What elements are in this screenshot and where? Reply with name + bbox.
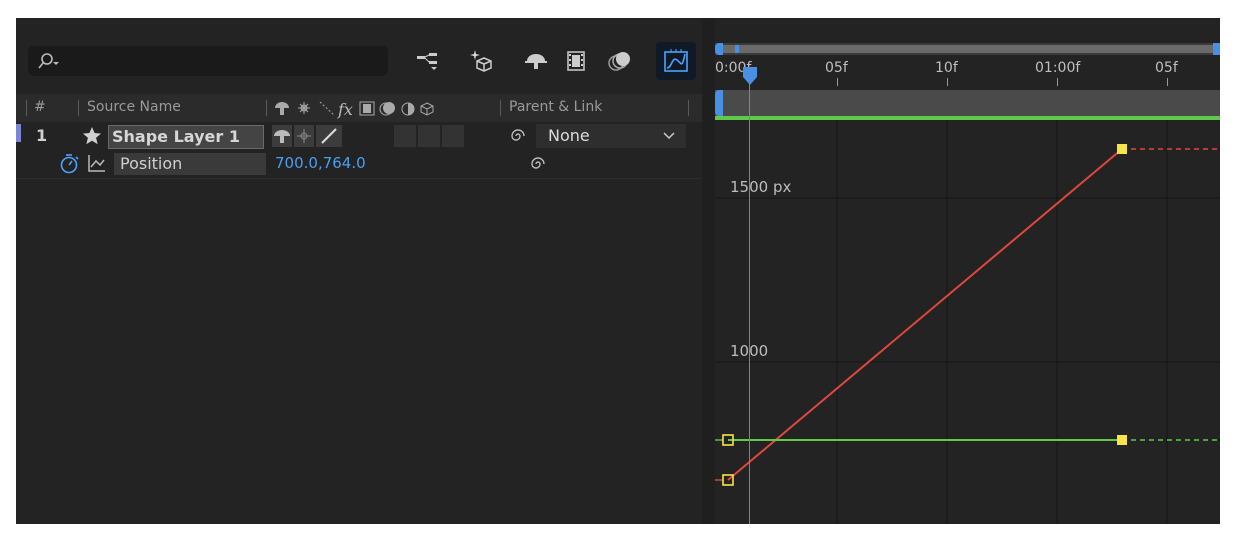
- shy-switch[interactable]: [272, 125, 292, 147]
- red-curve[interactable]: [727, 148, 1123, 481]
- adjustment-switch[interactable]: [442, 125, 464, 147]
- position-value[interactable]: 700.0,764.0: [275, 154, 366, 172]
- playhead-handle[interactable]: [742, 66, 758, 86]
- column-parent-link[interactable]: Parent & Link: [509, 99, 602, 115]
- collapse-switch[interactable]: [294, 125, 314, 147]
- ruler-label: 01:00f: [1035, 60, 1081, 76]
- motion-blur-icon: [608, 52, 630, 71]
- property-name: Position: [120, 154, 183, 173]
- property-row[interactable]: Position 700.0,764.0: [16, 150, 702, 178]
- layer-name: Shape Layer 1: [112, 127, 240, 146]
- graph-editor-button[interactable]: [656, 42, 696, 80]
- layer-row[interactable]: 1 Shape Layer 1 None: [16, 122, 702, 150]
- search-input[interactable]: [28, 46, 388, 76]
- work-area-bar[interactable]: [715, 90, 1220, 116]
- pickwhip-icon[interactable]: [528, 154, 548, 174]
- timeline-panel: # Source Name fx Parent & Link 1 Shape L…: [16, 18, 1220, 524]
- motion-blur-button[interactable]: [606, 46, 634, 76]
- draft-3d-button[interactable]: [468, 46, 496, 76]
- search-icon: [38, 53, 59, 69]
- shy-icon: [274, 130, 290, 143]
- graph-icon[interactable]: [86, 153, 108, 175]
- layer-column-header: # Source Name fx Parent & Link: [16, 94, 702, 122]
- keyframe[interactable]: [1117, 435, 1127, 445]
- navigator-end-handle[interactable]: [1213, 43, 1220, 55]
- collapse-icon: [297, 129, 311, 143]
- frame-blend-icon: [567, 51, 585, 71]
- graph-editor-icon: [664, 49, 688, 72]
- motion-blur-switch[interactable]: [418, 125, 440, 147]
- graph-editor[interactable]: 0:00f 05f 10f 01:00f 05f 1500 px 1000: [715, 18, 1220, 524]
- layer-name-field[interactable]: Shape Layer 1: [108, 125, 264, 149]
- parent-value: None: [548, 126, 590, 145]
- quality-switch[interactable]: [316, 125, 342, 147]
- effects-switch[interactable]: [394, 125, 416, 147]
- keyframe[interactable]: [1117, 144, 1127, 154]
- playhead-line[interactable]: [749, 80, 750, 524]
- svg-text:fx: fx: [337, 100, 353, 119]
- ruler-label: 05f: [1155, 60, 1178, 76]
- navigator-range[interactable]: [723, 45, 1213, 53]
- shy-icon: [525, 54, 547, 69]
- flowchart-button[interactable]: [414, 46, 442, 76]
- layer-label-color[interactable]: [16, 124, 21, 142]
- chevron-down-icon: [663, 132, 675, 140]
- property-name-field[interactable]: Position: [114, 153, 266, 175]
- star-icon: [83, 127, 101, 145]
- ruler-label: 10f: [935, 60, 958, 76]
- quality-icon: [321, 128, 337, 144]
- shy-toggle-button[interactable]: [522, 46, 550, 76]
- pickwhip-icon[interactable]: [508, 126, 528, 146]
- layer-number: 1: [36, 126, 48, 145]
- switches-icons: fx: [275, 100, 434, 119]
- ruler-label: 05f: [825, 60, 848, 76]
- column-source-name[interactable]: Source Name: [87, 99, 181, 115]
- time-navigator[interactable]: [715, 43, 1220, 55]
- time-ruler[interactable]: 0:00f 05f 10f 01:00f 05f: [715, 56, 1220, 90]
- graph-value-label: 1500 px: [730, 178, 792, 196]
- flowchart-icon: [417, 53, 437, 70]
- parent-dropdown[interactable]: None: [536, 124, 686, 148]
- stopwatch-icon[interactable]: [58, 153, 80, 175]
- draft-3d-icon: [470, 50, 492, 72]
- column-number: #: [34, 99, 46, 115]
- navigator-start-handle[interactable]: [715, 43, 723, 55]
- frame-blending-button[interactable]: [562, 46, 590, 76]
- work-area-start[interactable]: [715, 90, 723, 116]
